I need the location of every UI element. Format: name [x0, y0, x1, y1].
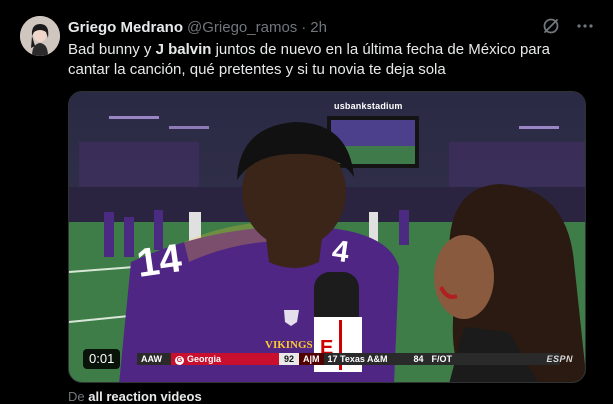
- ticker-status: F/OT: [427, 353, 560, 365]
- more-options-icon[interactable]: [575, 16, 595, 36]
- tweet-text-bold: J balvin: [155, 41, 212, 58]
- source-attribution: De all reaction videos: [68, 389, 202, 404]
- source-link[interactable]: all reaction videos: [88, 389, 201, 404]
- source-prefix: De: [68, 389, 85, 404]
- separator-dot: ·: [301, 18, 307, 36]
- timestamp-link[interactable]: 2h: [310, 19, 327, 36]
- ticker-team2-score: 84: [413, 354, 424, 364]
- ticker-team1: G Georgia: [171, 353, 279, 365]
- video-frame: 14 4 VIKINGS E: [69, 92, 585, 382]
- tweet-actions: [541, 16, 595, 36]
- ticker-team1-name: Georgia: [187, 353, 222, 364]
- ticker-left-text: AAW: [137, 353, 171, 365]
- video-player[interactable]: 14 4 VIKINGS E usbankstadium AAW G Georgi…: [68, 91, 586, 383]
- user-handle[interactable]: @Griego_ramos: [187, 19, 297, 36]
- svg-text:VIKINGS: VIKINGS: [265, 339, 313, 351]
- ticker-team2-name: 17 Texas A&M: [327, 354, 388, 364]
- svg-text:14: 14: [134, 236, 185, 286]
- display-name[interactable]: Griego Medrano: [68, 19, 183, 36]
- stadium-sign: usbankstadium: [334, 101, 403, 111]
- video-timestamp: 0:01: [83, 349, 121, 369]
- avatar-image: [20, 16, 60, 56]
- tweet[interactable]: Griego Medrano @Griego_ramos · 2h Bad bu…: [0, 0, 613, 404]
- grok-icon[interactable]: [541, 16, 561, 36]
- tweet-header: Griego Medrano @Griego_ramos · 2h: [68, 17, 327, 37]
- tweet-text-part1: Bad bunny y: [68, 41, 156, 58]
- espn-logo: ESPN: [546, 354, 573, 364]
- ticker-team2: 17 Texas A&M 84: [323, 353, 428, 365]
- tam-logo-icon: A|M: [299, 353, 324, 365]
- ticker-team1-score: 92: [279, 353, 300, 365]
- avatar[interactable]: [20, 16, 60, 56]
- georgia-logo-icon: G: [175, 355, 184, 365]
- score-ticker: AAW G Georgia 92 A|M 17 Texas A&M 84 F/OT: [137, 353, 585, 365]
- tweet-text: Bad bunny y J balvin juntos de nuevo en …: [68, 40, 588, 80]
